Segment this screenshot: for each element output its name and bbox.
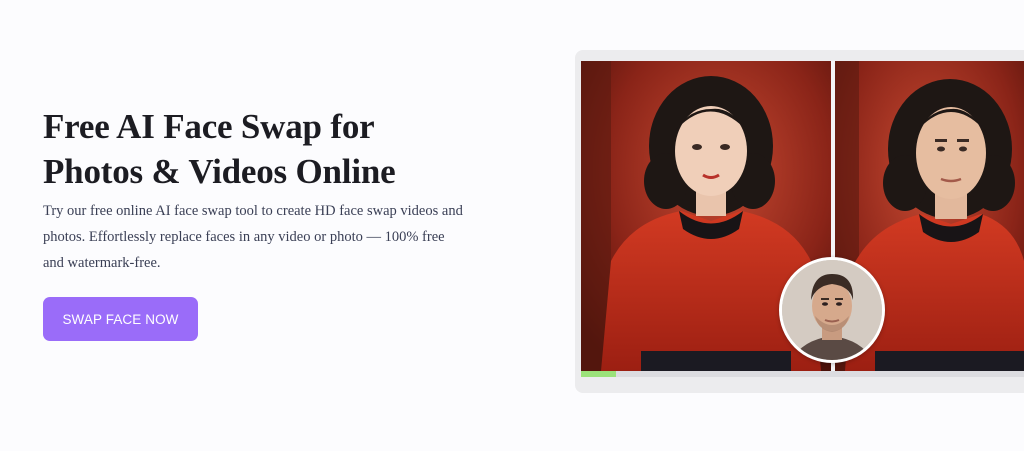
video-progress-bar[interactable] — [581, 371, 1024, 377]
swap-face-now-button[interactable]: SWAP FACE NOW — [43, 297, 198, 341]
source-face-avatar — [779, 257, 885, 363]
hero-description: Try our free online AI face swap tool to… — [43, 203, 463, 271]
video-progress-fill — [581, 371, 617, 377]
page: Free AI Face Swap for Photos & Videos On… — [0, 0, 1024, 451]
face-swap-preview — [575, 50, 1024, 393]
hero-title: Free AI Face Swap for Photos & Videos On… — [43, 107, 396, 191]
